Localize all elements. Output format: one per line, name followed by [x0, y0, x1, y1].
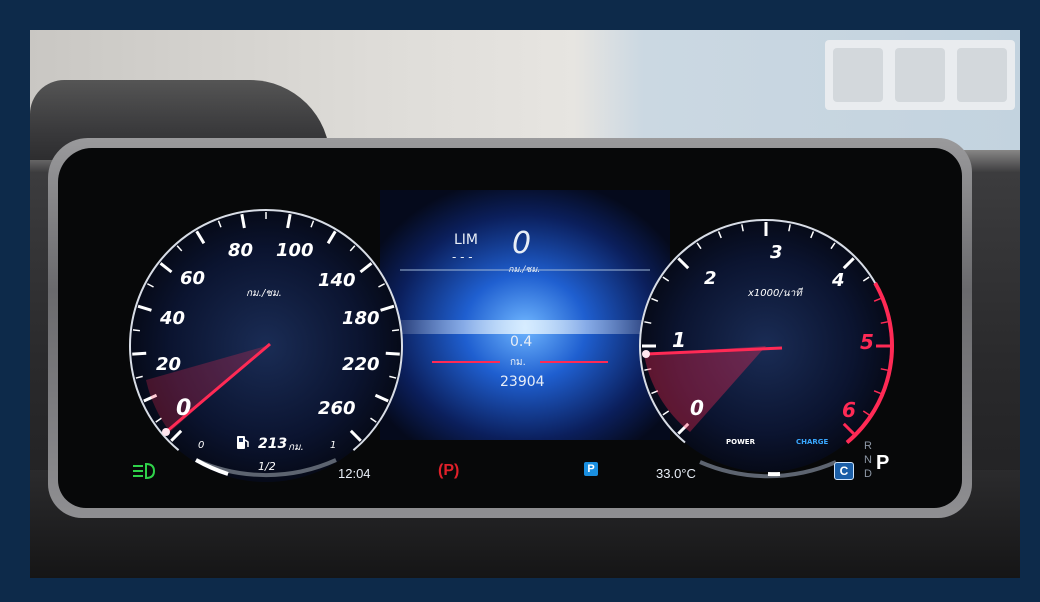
parking-icon: P [584, 462, 598, 476]
speed-tick-140: 140 [318, 270, 356, 291]
gear-option-r: R [864, 440, 872, 452]
rpm-tick-5: 5 [860, 330, 874, 354]
limiter-label: LIM [454, 232, 479, 248]
speed-tick-0: 0 [176, 396, 192, 421]
trip-unit: กม. [510, 357, 526, 368]
speedometer-tick [132, 329, 141, 332]
tachometer-needle-tip [642, 350, 650, 358]
power-label: POWER [726, 438, 755, 446]
rpm-tick-2: 2 [704, 268, 717, 289]
headlight-icon [130, 462, 156, 480]
gear-option-n: N [864, 454, 872, 466]
rpm-tick-6: 6 [842, 398, 856, 422]
rpm-tick-3: 3 [770, 242, 783, 263]
fuel-range-value: 213 [258, 436, 288, 452]
odometer: 23904 [500, 374, 545, 390]
instrument-cluster [129, 190, 894, 482]
rpm-unit-label: x1000/นาที [748, 288, 802, 299]
fuel-range-unit: กม. [288, 442, 304, 453]
fuel-full-label: 1 [330, 440, 337, 451]
rpm-tick-0: 0 [690, 396, 704, 420]
gear-current: P [876, 452, 890, 474]
limiter-value: - - - [452, 250, 473, 264]
rpm-tick-4: 4 [832, 270, 845, 291]
speed-tick-100: 100 [276, 240, 314, 261]
fuel-empty-label: 0 [198, 440, 205, 451]
speed-tick-180: 180 [342, 308, 380, 329]
speed-tick-40: 40 [160, 308, 186, 329]
fuel-half-label: 1/2 [258, 460, 276, 473]
rpm-tick-1: 1 [672, 328, 686, 352]
speed-tick-20: 20 [156, 354, 182, 375]
horizon-glow [380, 320, 670, 334]
digital-speed: 0 [512, 226, 532, 261]
outside-temperature: 33.0°C [656, 466, 696, 481]
parking-brake-icon: (P) [438, 462, 460, 479]
trip-distance: 0.4 [510, 334, 533, 350]
speed-tick-80: 80 [228, 240, 254, 261]
speed-tick-260: 260 [318, 398, 356, 419]
speed-tick-220: 220 [342, 354, 380, 375]
digital-speed-unit: กม./ชม. [508, 265, 541, 275]
drive-mode-badge: C [834, 462, 854, 480]
speedometer-needle-tip [162, 428, 170, 436]
speedometer-tick [391, 329, 400, 332]
speed-unit-label: กม./ชม. [246, 288, 282, 299]
speedometer-tick [385, 351, 400, 356]
clock: 12:04 [338, 466, 371, 481]
speed-tick-60: 60 [180, 268, 206, 289]
fuel-pump-icon [236, 434, 250, 450]
gear-option-d: D [864, 468, 872, 480]
charge-label: CHARGE [796, 438, 829, 446]
speedometer-tick [132, 351, 147, 356]
